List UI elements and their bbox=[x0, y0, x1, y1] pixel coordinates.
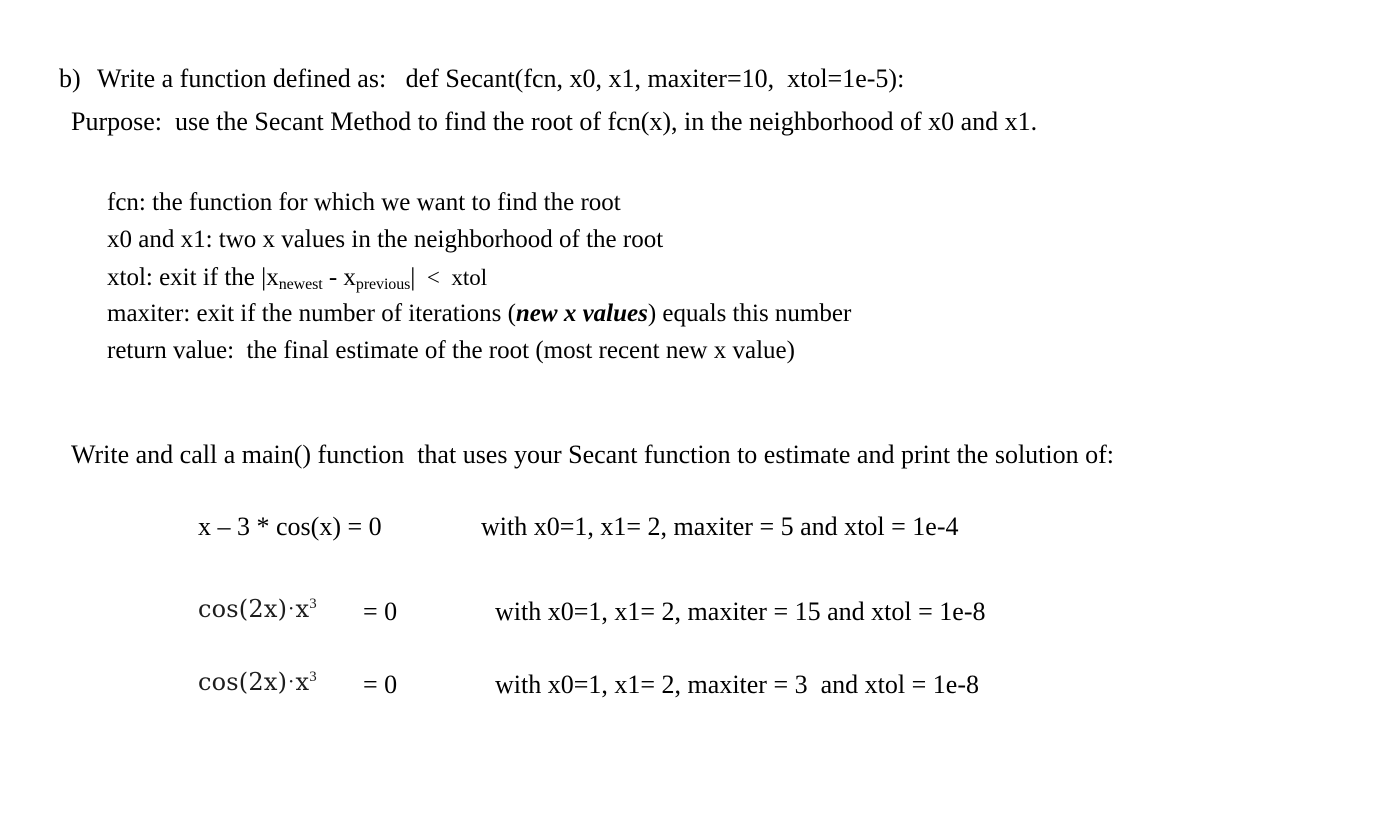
x-variable: x bbox=[295, 668, 310, 696]
x-previous-symbol: x bbox=[343, 264, 356, 291]
equation-row: cos(2x)·x3 = 0 with x0=1, x1= 2, maxiter… bbox=[198, 583, 985, 656]
minus-operator: - bbox=[322, 264, 344, 291]
x-previous-subscript: previous bbox=[355, 276, 411, 294]
equation-3-expression-object: cos(2x)·x3 bbox=[198, 668, 317, 696]
equation-3-condition: with x0=1, x1= 2, maxiter = 3 and xtol =… bbox=[495, 670, 979, 699]
exponent-3: 3 bbox=[309, 668, 317, 685]
equation-1-condition: with x0=1, x1= 2, maxiter = 5 and xtol =… bbox=[481, 512, 959, 541]
param-maxiter: maxiter: exit if the number of iteration… bbox=[107, 295, 851, 332]
x-newest-symbol: x bbox=[266, 264, 279, 291]
param-x0-x1: x0 and x1: two x values in the neighborh… bbox=[107, 226, 664, 253]
main-function-instruction: Write and call a main() function that us… bbox=[71, 440, 1115, 469]
param-maxiter-prefix: maxiter: exit if the number of iteration… bbox=[107, 300, 516, 327]
param-fcn: fcn: the function for which we want to f… bbox=[107, 189, 621, 216]
x-newest-subscript: newest bbox=[278, 276, 323, 294]
param-xtol-prefix: xtol: exit if the bbox=[107, 264, 262, 291]
equation-row: cos(2x)·x3 = 0 with x0=1, x1= 2, maxiter… bbox=[198, 656, 979, 729]
xtol-comparison: < xtol bbox=[415, 265, 488, 290]
equation-1-expression: x – 3 * cos(x) = 0 bbox=[198, 512, 382, 541]
equation-2-equals-zero: = 0 bbox=[363, 597, 398, 626]
part-b-label: b) bbox=[59, 64, 81, 93]
equation-3-equals-zero: = 0 bbox=[363, 670, 398, 699]
x-variable: x bbox=[295, 595, 310, 623]
exponent-3: 3 bbox=[309, 595, 317, 612]
param-xtol: xtol: exit if the |xnewest - xprevious| … bbox=[107, 258, 851, 295]
equation-list: x – 3 * cos(x) = 0 with x0=1, x1= 2, max… bbox=[198, 512, 985, 729]
equation-2-condition: with x0=1, x1= 2, maxiter = 15 and xtol … bbox=[495, 597, 986, 626]
document-page: b) Write a function defined as: def Secan… bbox=[0, 0, 1379, 834]
param-maxiter-emphasis: new x values bbox=[515, 300, 648, 327]
equation-2-expression-object: cos(2x)·x3 bbox=[198, 595, 317, 623]
cos-function: cos(2x) bbox=[198, 595, 288, 623]
part-b-text: Write a function defined as: def Secant(… bbox=[97, 64, 905, 93]
equation-row: x – 3 * cos(x) = 0 with x0=1, x1= 2, max… bbox=[198, 512, 958, 583]
param-maxiter-suffix: ) equals this number bbox=[647, 300, 852, 327]
purpose-line: Purpose: use the Secant Method to find t… bbox=[71, 107, 1038, 136]
param-return-value: return value: the final estimate of the … bbox=[107, 337, 795, 364]
cos-function: cos(2x) bbox=[198, 668, 288, 696]
parameter-list: fcn: the function for which we want to f… bbox=[107, 184, 851, 369]
